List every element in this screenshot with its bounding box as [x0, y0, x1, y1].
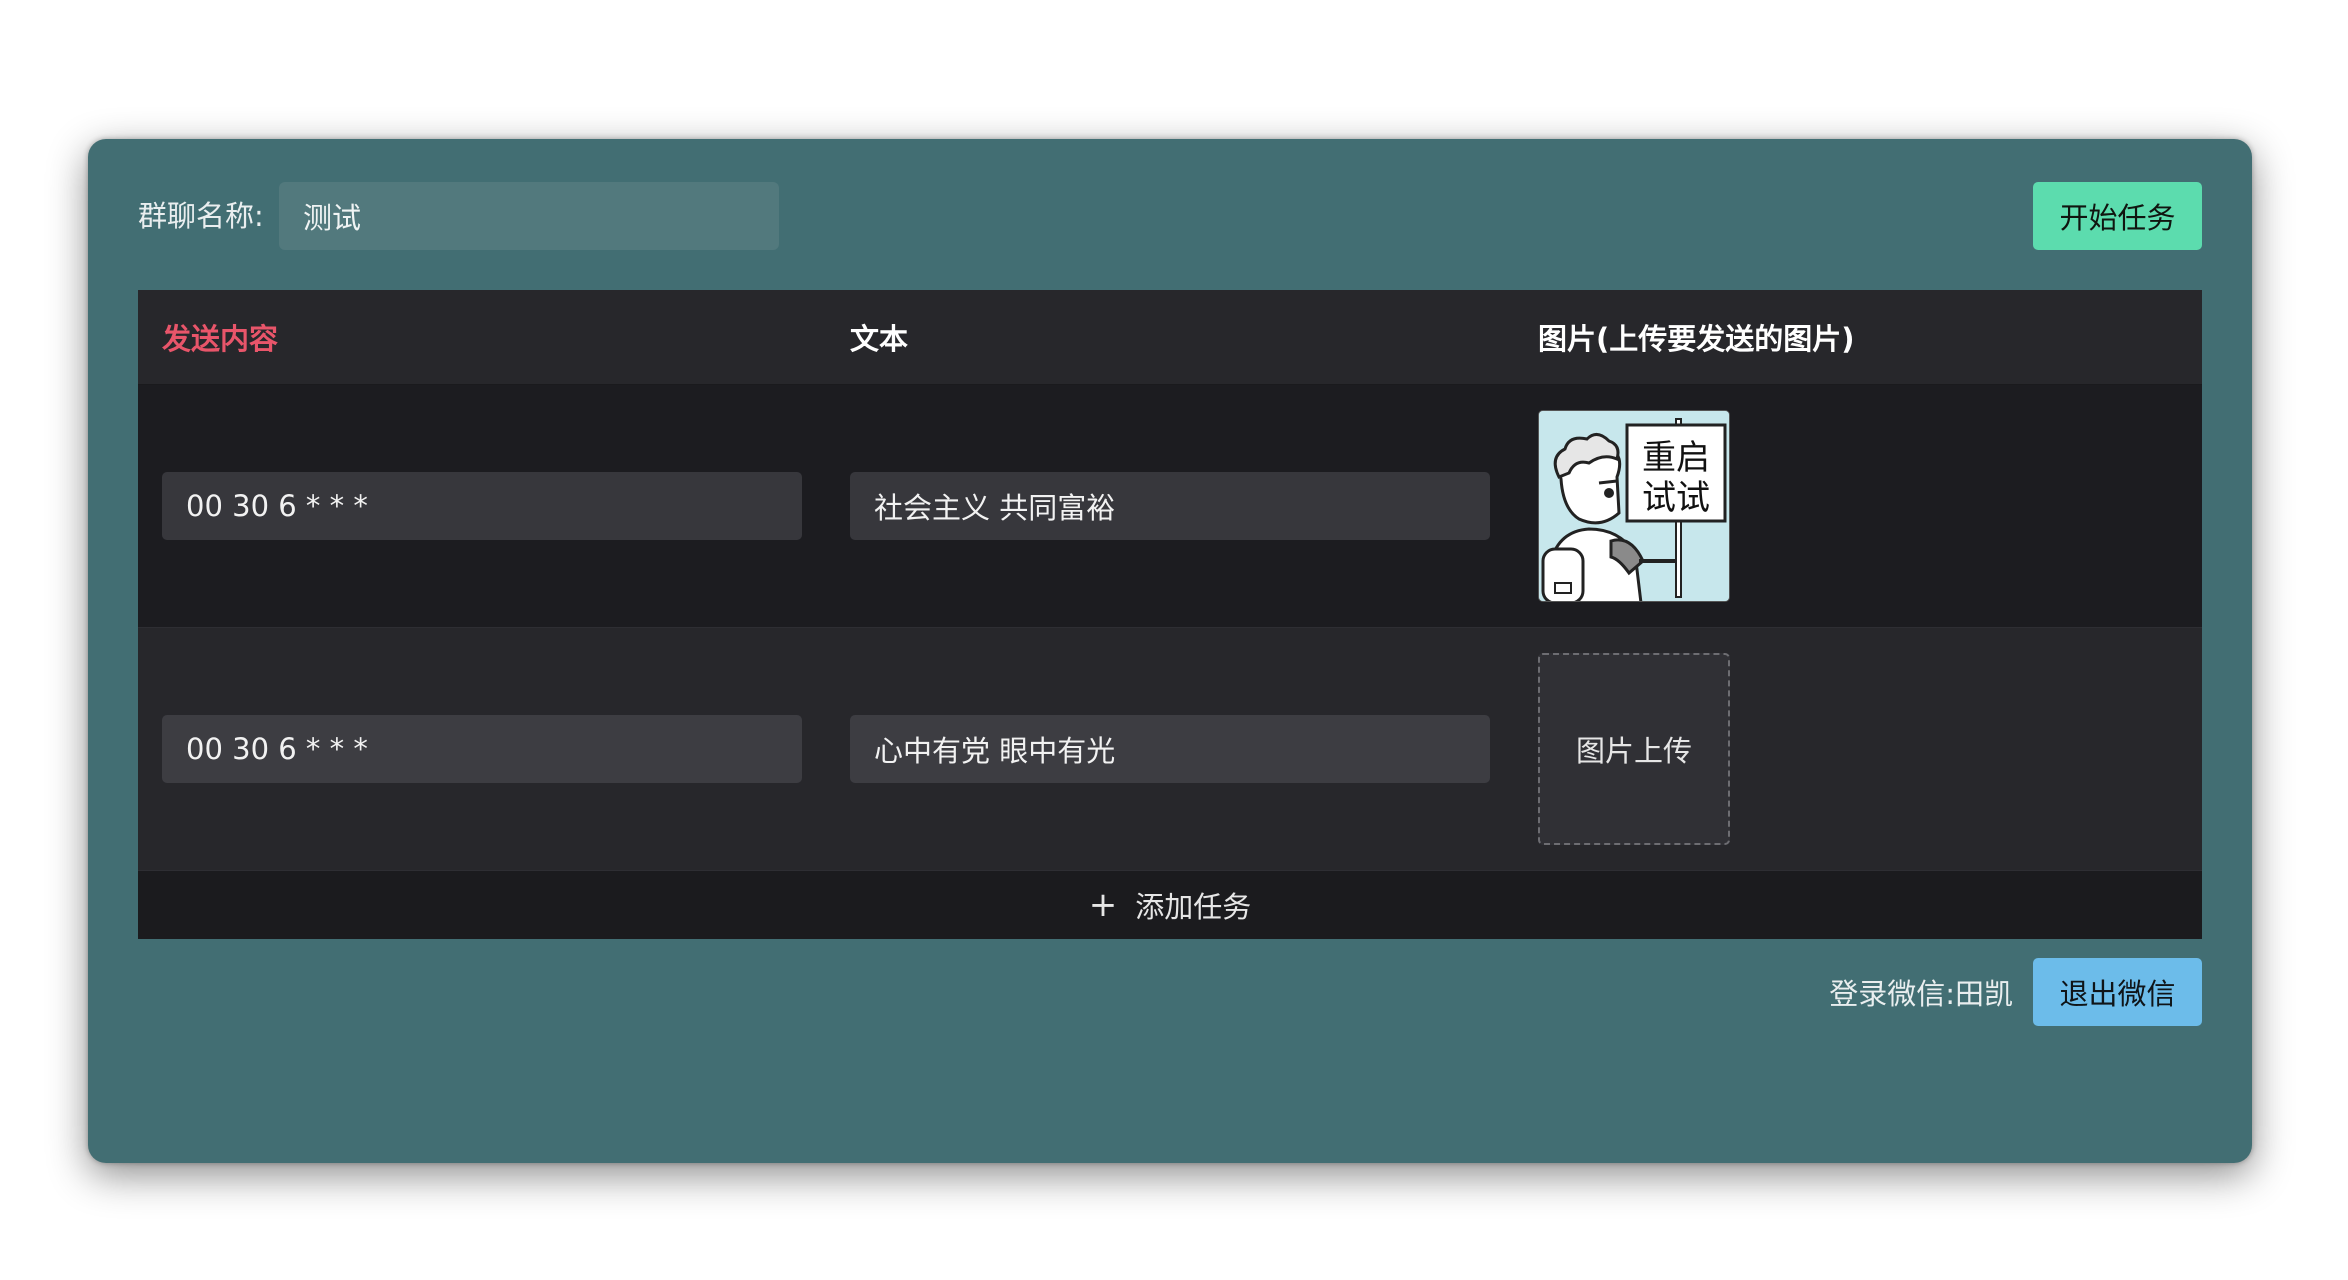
image-upload-button[interactable]: 图片上传 [1538, 653, 1730, 845]
group-name-label: 群聊名称: [138, 199, 264, 233]
cron-input[interactable] [162, 715, 802, 783]
image-upload-label: 图片上传 [1575, 734, 1692, 768]
add-task-button[interactable]: + 添加任务 [138, 871, 2202, 939]
plus-icon: + [1088, 885, 1118, 925]
column-header-send-content: 发送内容 [162, 322, 279, 356]
table-row: 重启 试试 [138, 385, 2202, 628]
message-text-input[interactable] [850, 715, 1490, 783]
task-table: 发送内容 文本 图片(上传要发送的图片) 重启 [138, 290, 2202, 939]
cell-cron [138, 472, 826, 540]
group-name-input[interactable] [279, 182, 779, 250]
logout-wechat-button[interactable]: 退出微信 [2033, 958, 2202, 1026]
column-header-image: 图片(上传要发送的图片) [1538, 322, 1855, 356]
cron-input[interactable] [162, 472, 802, 540]
start-task-button[interactable]: 开始任务 [2033, 182, 2202, 250]
sticker-image: 重启 试试 [1539, 411, 1729, 601]
cell-image: 重启 试试 [1514, 410, 2202, 602]
add-task-label: 添加任务 [1135, 890, 1252, 924]
login-username: 田凯 [1954, 977, 2013, 1011]
app-window: 群聊名称: 开始任务 发送内容 文本 图片(上传要发送的图片) [88, 139, 2252, 1163]
table-row: 图片上传 [138, 628, 2202, 871]
image-thumbnail[interactable]: 重启 试试 [1538, 410, 1730, 602]
sign-text-line2: 试试 [1642, 478, 1710, 518]
cell-text [826, 715, 1514, 783]
login-footer: 登录微信: 田凯 退出微信 [1829, 958, 2202, 1026]
cell-image: 图片上传 [1514, 653, 2202, 845]
column-header-text: 文本 [850, 322, 909, 356]
message-text-input[interactable] [850, 472, 1490, 540]
cell-text [826, 472, 1514, 540]
table-header: 发送内容 文本 图片(上传要发送的图片) [138, 290, 2202, 385]
cell-cron [138, 715, 826, 783]
sign-text-line1: 重启 [1642, 438, 1710, 478]
login-label: 登录微信: [1829, 977, 1955, 1011]
